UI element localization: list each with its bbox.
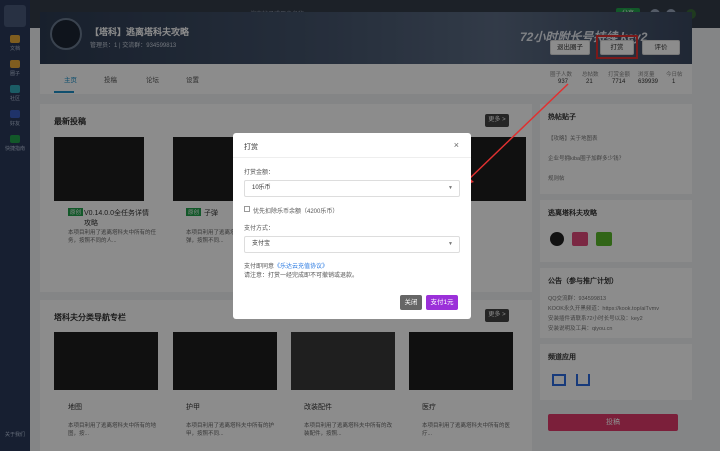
method-select[interactable]: 支付宝 ▼ xyxy=(244,236,460,253)
chevron-down-icon: ▼ xyxy=(448,185,453,191)
amount-label: 打赏金额： xyxy=(244,170,275,176)
amount-select[interactable]: 10乐币 ▼ xyxy=(244,180,460,197)
pay-button[interactable]: 支付1元 xyxy=(426,295,458,310)
method-label: 支付方式： xyxy=(244,226,275,232)
refund-note: 请注意：打赏一经完成即不可撤销或退款。 xyxy=(244,273,359,279)
balance-checkbox-label: 优先扣除乐币余额（4200乐币） xyxy=(253,209,339,215)
chevron-down-icon: ▼ xyxy=(448,241,453,247)
balance-checkbox[interactable] xyxy=(244,206,250,212)
close-icon[interactable]: × xyxy=(454,140,459,150)
amount-value: 10乐币 xyxy=(252,185,271,191)
agreement-text: 支付即同意《乐达云充值协议》 xyxy=(244,261,328,270)
modal-title: 打赏 xyxy=(244,144,258,151)
method-value: 支付宝 xyxy=(252,241,271,247)
close-button[interactable]: 关闭 xyxy=(400,295,422,310)
tip-modal: 打赏 × 打赏金额： 10乐币 ▼ 优先扣除乐币余额（4200乐币） 支付方式：… xyxy=(233,133,471,319)
divider xyxy=(233,157,471,158)
